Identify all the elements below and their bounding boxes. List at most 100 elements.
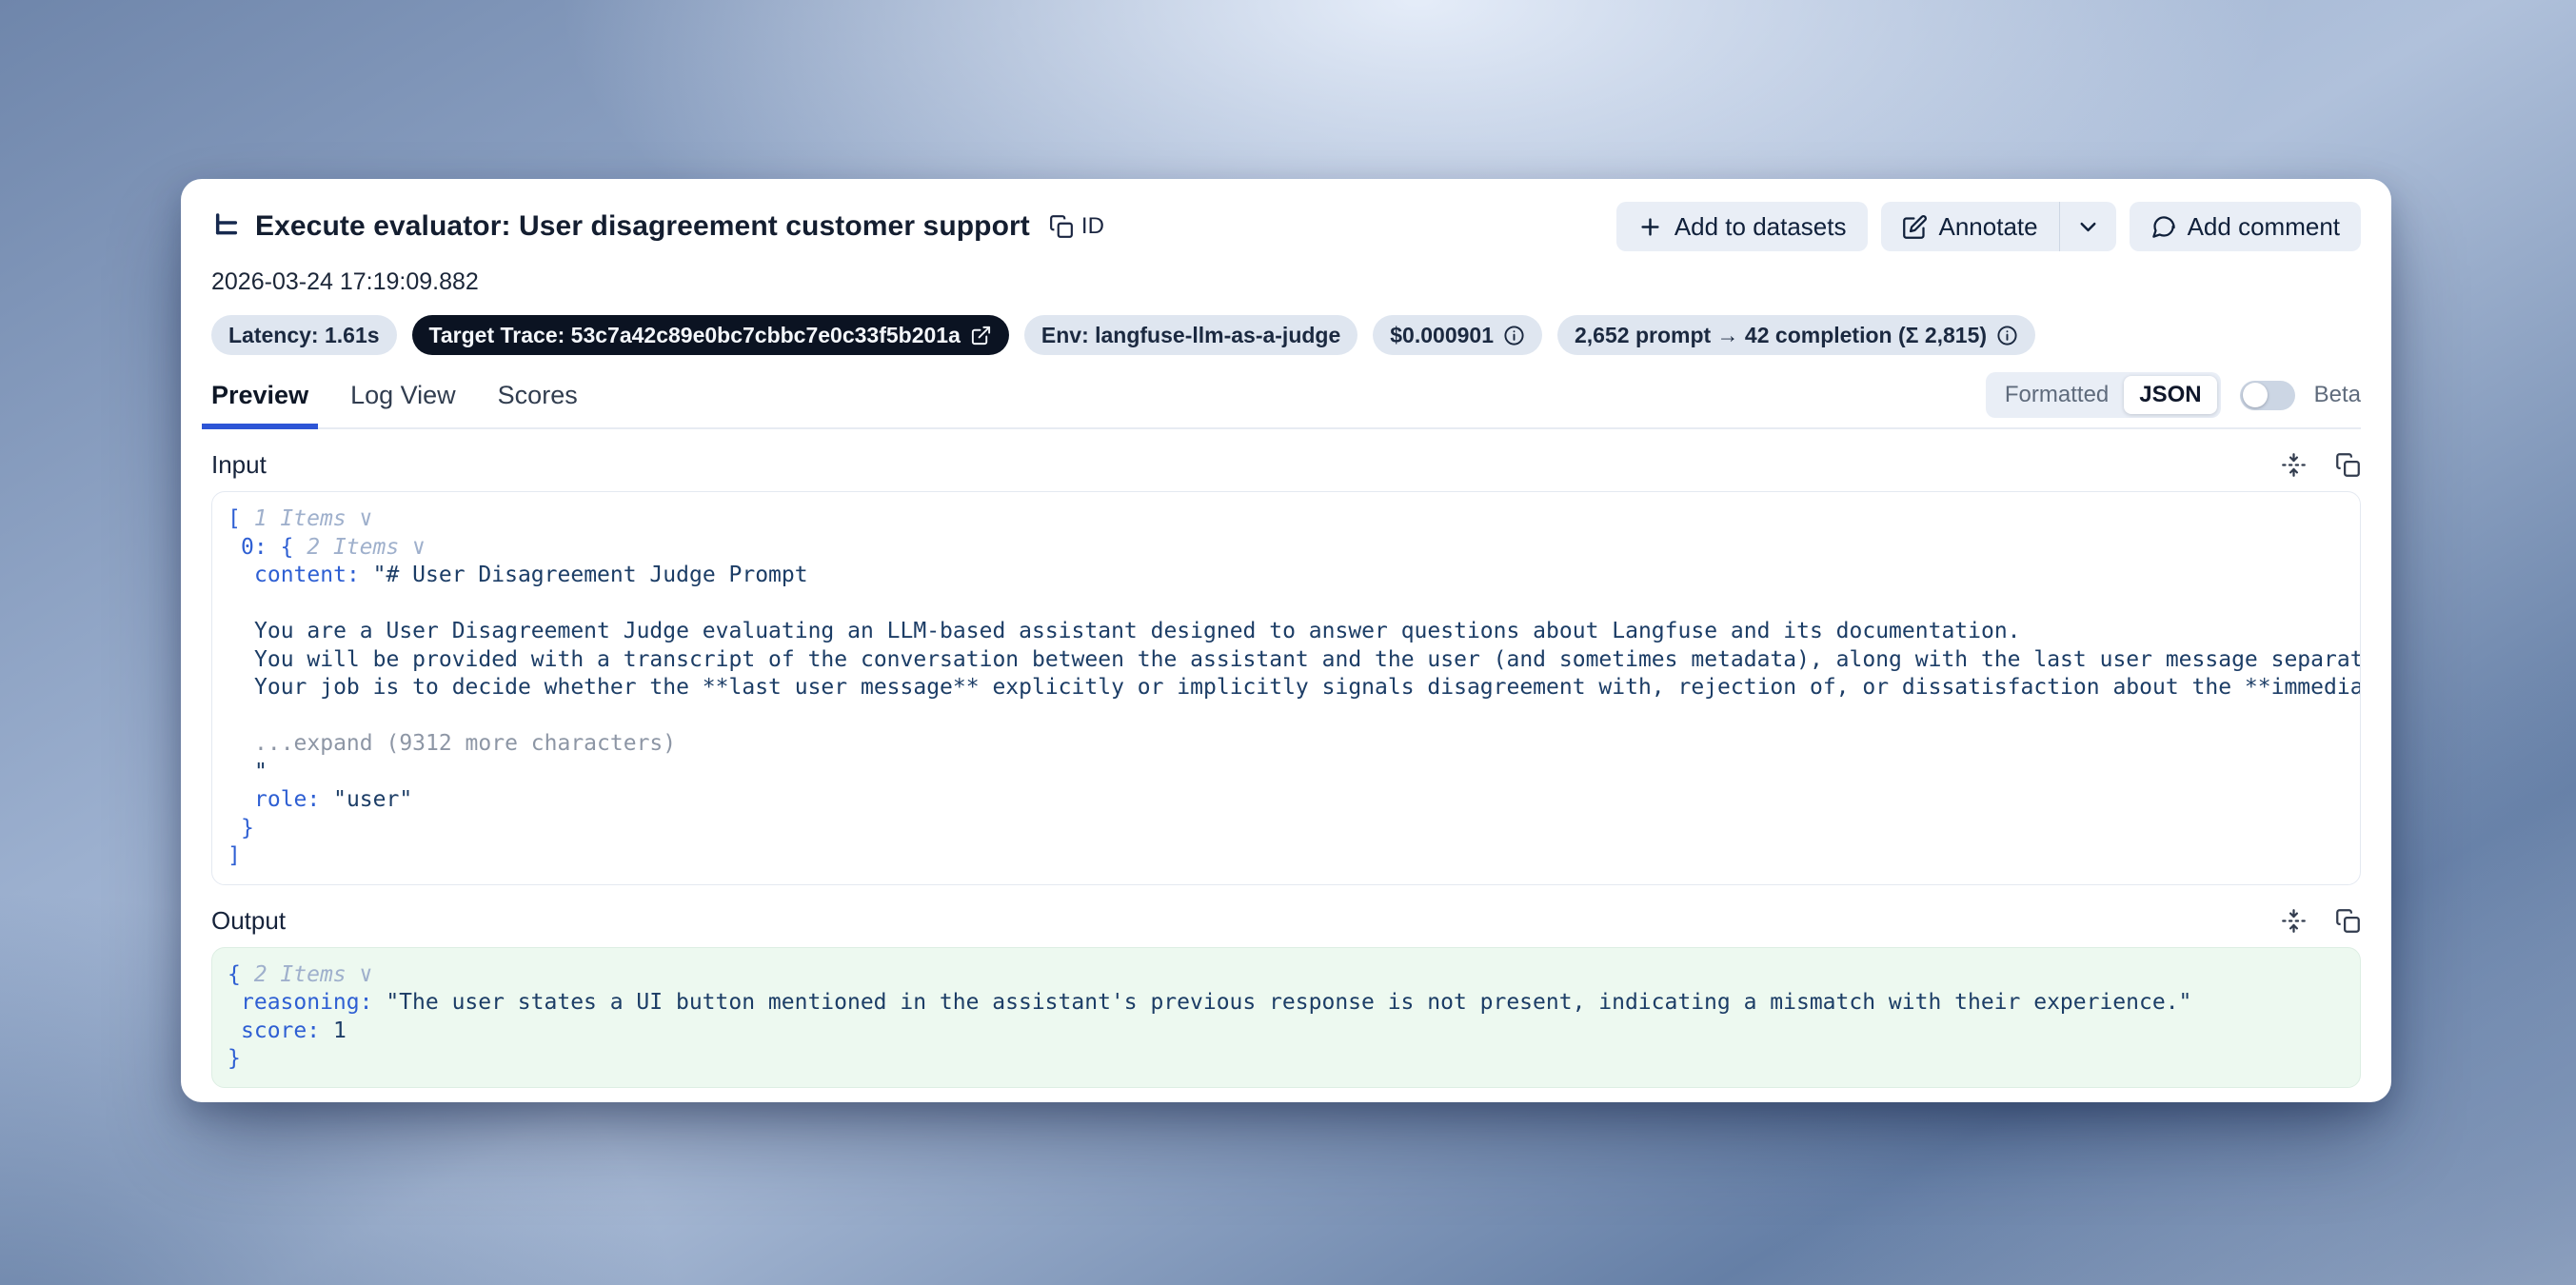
json-token — [241, 506, 254, 531]
json-line: You are a User Disagreement Judge evalua… — [212, 618, 2360, 646]
json-token: " — [254, 760, 268, 784]
input-label: Input — [211, 450, 267, 480]
annotate-button-group: Annotate — [1881, 202, 2116, 251]
json-line: score: 1 — [212, 1018, 2360, 1046]
output-section-header: Output — [211, 906, 2361, 936]
json-token: : — [307, 1018, 333, 1043]
metric-badge: Latency: 1.61s — [211, 315, 397, 355]
copy-icon[interactable] — [2335, 452, 2361, 478]
json-option[interactable]: JSON — [2124, 376, 2216, 414]
json-token: Your job is to decide whether the **last… — [254, 675, 2360, 700]
info-icon[interactable] — [1996, 325, 2018, 346]
external-link-icon — [970, 325, 992, 346]
json-line: { 2 Items ∨ — [212, 961, 2360, 990]
info-icon[interactable] — [1503, 325, 1525, 346]
badge-label: 2,652 prompt → 42 completion (Σ 2,815) — [1575, 323, 1987, 348]
observation-detail-card: Execute evaluator: User disagreement cus… — [181, 179, 2391, 1102]
json-token: "# User Disagreement Judge Prompt — [373, 563, 808, 587]
json-line — [212, 702, 2360, 731]
tab-scores[interactable]: Scores — [498, 381, 578, 427]
tab-preview[interactable]: Preview — [211, 381, 308, 427]
json-token: score — [241, 1018, 307, 1043]
page-title: Execute evaluator: User disagreement cus… — [255, 210, 1030, 243]
view-controls: Formatted JSON Beta — [1986, 372, 2361, 427]
toggle-knob — [2243, 383, 2268, 407]
json-token: } — [241, 816, 254, 840]
edit-icon — [1902, 214, 1928, 240]
copy-icon[interactable] — [2335, 908, 2361, 934]
json-token: 2 Items — [254, 962, 347, 987]
output-section-icons — [2281, 908, 2361, 934]
collapse-vertical-icon[interactable] — [2281, 908, 2307, 934]
json-line: reasoning: "The user states a UI button … — [212, 989, 2360, 1018]
json-token: : — [307, 787, 333, 812]
json-token: 1 — [333, 1018, 347, 1043]
collapse-vertical-icon[interactable] — [2281, 452, 2307, 478]
json-line: ] — [212, 842, 2360, 871]
json-token: You will be provided with a transcript o… — [254, 647, 2360, 672]
input-section-icons — [2281, 452, 2361, 478]
collapse-chevron-icon[interactable]: ∨ — [399, 535, 426, 560]
badge-label: Env: langfuse-llm-as-a-judge — [1041, 323, 1340, 348]
tab-log-view[interactable]: Log View — [350, 381, 456, 427]
json-line: Your job is to decide whether the **last… — [212, 674, 2360, 702]
add-comment-button[interactable]: Add comment — [2130, 202, 2361, 251]
json-line: content: "# User Disagreement Judge Prom… — [212, 562, 2360, 590]
json-line: You will be provided with a transcript o… — [212, 646, 2360, 675]
json-line: ...expand (9312 more characters) — [212, 730, 2360, 759]
json-line — [212, 590, 2360, 619]
header-actions: Add to datasets Annotate Add comment — [1616, 202, 2361, 251]
annotate-dropdown-button[interactable] — [2059, 202, 2116, 251]
expand-more-link[interactable]: ...expand (9312 more characters) — [254, 731, 676, 756]
badge-label: Latency: 1.61s — [228, 323, 380, 348]
output-json-panel: { 2 Items ∨reasoning: "The user states a… — [211, 947, 2361, 1088]
json-token: You are a User Disagreement Judge evalua… — [254, 619, 2021, 643]
beta-label: Beta — [2314, 382, 2361, 408]
input-section-header: Input — [211, 450, 2361, 480]
json-token: "user" — [333, 787, 412, 812]
json-token: 2 Items — [307, 535, 399, 560]
json-token: 0: — [241, 535, 281, 560]
add-to-datasets-button[interactable]: Add to datasets — [1616, 202, 1868, 251]
collapse-chevron-icon[interactable]: ∨ — [347, 506, 373, 531]
beta-toggle[interactable] — [2240, 381, 2295, 410]
annotate-label: Annotate — [1939, 212, 2038, 242]
output-json-viewer: { 2 Items ∨reasoning: "The user states a… — [212, 961, 2360, 1074]
json-line: " — [212, 759, 2360, 787]
copy-icon — [1049, 214, 1074, 239]
json-token: "The user states a UI button mentioned i… — [386, 990, 2191, 1015]
badge-label: $0.000901 — [1390, 323, 1494, 348]
metric-badge: Env: langfuse-llm-as-a-judge — [1024, 315, 1357, 355]
collapse-chevron-icon[interactable]: ∨ — [347, 962, 373, 987]
json-token: 1 Items — [254, 506, 347, 531]
json-token: [ — [228, 506, 241, 531]
output-label: Output — [211, 906, 286, 936]
chevron-down-icon — [2075, 214, 2101, 240]
input-json-viewer: [ 1 Items ∨0: { 2 Items ∨content: "# Use… — [212, 505, 2360, 871]
metric-badge: 2,652 prompt → 42 completion (Σ 2,815) — [1557, 315, 2035, 355]
copy-id-button[interactable]: ID — [1049, 213, 1104, 240]
comment-icon — [2150, 214, 2176, 240]
add-to-datasets-label: Add to datasets — [1674, 212, 1847, 242]
tabs: Preview Log View Scores — [211, 381, 578, 427]
copy-id-label: ID — [1081, 213, 1104, 240]
json-token: content — [254, 563, 347, 587]
json-token: : — [360, 990, 386, 1015]
json-line: [ 1 Items ∨ — [212, 505, 2360, 534]
format-segmented-control: Formatted JSON — [1986, 372, 2221, 418]
json-token: { — [228, 962, 241, 987]
annotate-button[interactable]: Annotate — [1881, 202, 2059, 251]
add-comment-label: Add comment — [2188, 212, 2340, 242]
timestamp: 2026-03-24 17:19:09.882 — [211, 268, 2361, 296]
badges-row: Latency: 1.61s Target Trace: 53c7a42c89e0… — [211, 315, 2361, 355]
plus-icon — [1637, 214, 1663, 240]
input-json-panel: [ 1 Items ∨0: { 2 Items ∨content: "# Use… — [211, 491, 2361, 885]
json-line: role: "user" — [212, 786, 2360, 815]
formatted-option[interactable]: Formatted — [1990, 376, 2124, 414]
json-token: : — [347, 563, 373, 587]
metric-badge: $0.000901 — [1373, 315, 1542, 355]
header-row: Execute evaluator: User disagreement cus… — [211, 202, 2361, 251]
json-token: role — [254, 787, 307, 812]
json-token: } — [228, 1046, 241, 1071]
target-trace-badge[interactable]: Target Trace: 53c7a42c89e0bc7cbbc7e0c33f… — [412, 315, 1009, 355]
